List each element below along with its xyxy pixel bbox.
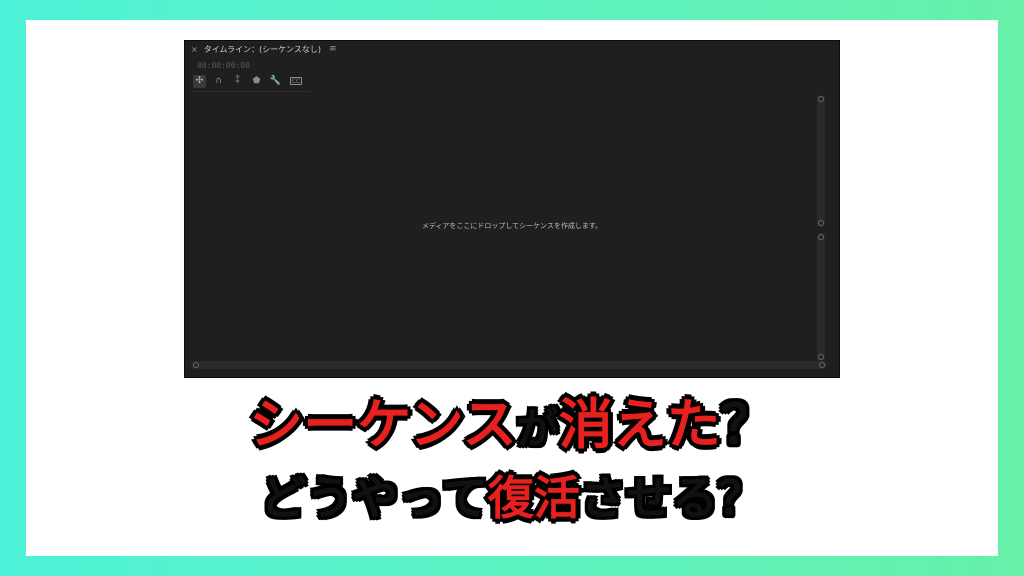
add-marker-icon[interactable]: ⬟ [250,75,263,88]
playhead-timecode[interactable]: 00:00:00:00 [197,61,250,70]
audio-tracks-scrollbar[interactable] [817,233,825,361]
headline-how-phrase: どうやって [259,471,490,525]
headline-vanished-word: 消えた [557,393,722,456]
headline-restore-word: 復活 [486,471,581,525]
scrollbar-handle-bottom[interactable] [818,354,824,360]
scrollbar-handle-top[interactable] [818,96,824,102]
linked-selection-icon[interactable]: ⁑ [231,75,244,88]
captions-cc-icon[interactable]: CC [290,77,302,85]
panel-title[interactable]: タイムライン：(シーケンスなし) [204,44,321,55]
timeline-settings-wrench-icon[interactable]: 🔧 [269,75,282,88]
timeline-panel: × タイムライン：(シーケンスなし) ≡ 00:00:00:00 ✣ ∩ ⁑ ⬟… [184,40,840,378]
headline-particle: が [515,404,560,453]
headline-do-phrase: させる？ [578,471,765,525]
toolbar-divider [191,91,311,92]
timeline-toolbar: ✣ ∩ ⁑ ⬟ 🔧 CC [193,73,302,89]
video-tracks-scrollbar[interactable] [817,95,825,227]
scrollbar-handle-bottom[interactable] [818,220,824,226]
headline-line-1: シーケンスが消えた？ [0,396,1024,453]
timeline-panel-header: × タイムライン：(シーケンスなし) ≡ [185,41,839,57]
drop-media-hint: メディアをここにドロップしてシーケンスを作成します。 [421,222,603,230]
headline-line-2: どうやって復活させる？ [0,474,1024,523]
nest-toggle-icon[interactable]: ✣ [193,74,206,88]
panel-menu-icon[interactable]: ≡ [329,44,337,54]
headline-question-mark: ？ [719,393,776,456]
zoom-scrollbar[interactable] [191,361,827,369]
scrollbar-handle-top[interactable] [818,234,824,240]
zoom-handle-left[interactable] [193,362,199,368]
zoom-handle-right[interactable] [819,362,825,368]
headline-sequence-word: シーケンス [248,393,518,456]
snap-magnet-icon[interactable]: ∩ [212,75,225,88]
close-panel-icon[interactable]: × [191,45,198,54]
